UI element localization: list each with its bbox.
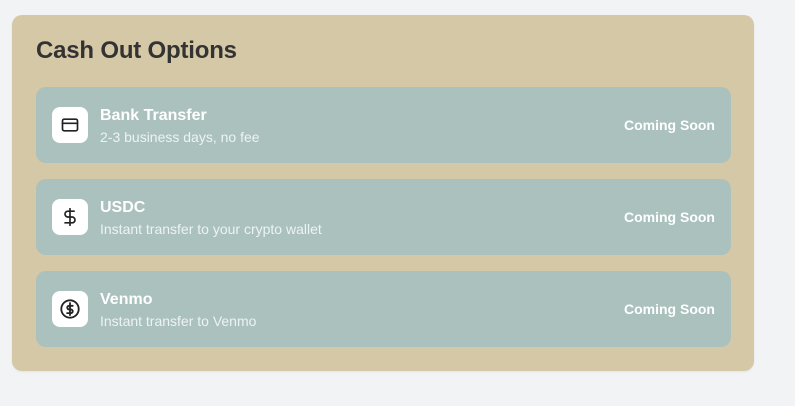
- option-bank-transfer[interactable]: Bank Transfer 2-3 business days, no fee …: [36, 87, 731, 163]
- option-usdc[interactable]: USDC Instant transfer to your crypto wal…: [36, 179, 731, 255]
- dollar-sign-icon: [52, 199, 88, 235]
- option-label: Venmo: [100, 291, 153, 308]
- option-label: Bank Transfer: [100, 107, 207, 124]
- option-description: 2-3 business days, no fee: [100, 129, 260, 145]
- panel-title: Cash Out Options: [36, 37, 237, 64]
- option-description: Instant transfer to your crypto wallet: [100, 221, 322, 237]
- status-badge: Coming Soon: [624, 301, 715, 317]
- status-badge: Coming Soon: [624, 209, 715, 225]
- cash-out-options-panel: Cash Out Options Bank Transfer 2-3 busin…: [12, 15, 754, 371]
- status-badge: Coming Soon: [624, 117, 715, 133]
- circle-dollar-icon: [52, 291, 88, 327]
- credit-card-icon: [52, 107, 88, 143]
- option-description: Instant transfer to Venmo: [100, 313, 257, 329]
- option-venmo[interactable]: Venmo Instant transfer to Venmo Coming S…: [36, 271, 731, 347]
- option-label: USDC: [100, 199, 146, 216]
